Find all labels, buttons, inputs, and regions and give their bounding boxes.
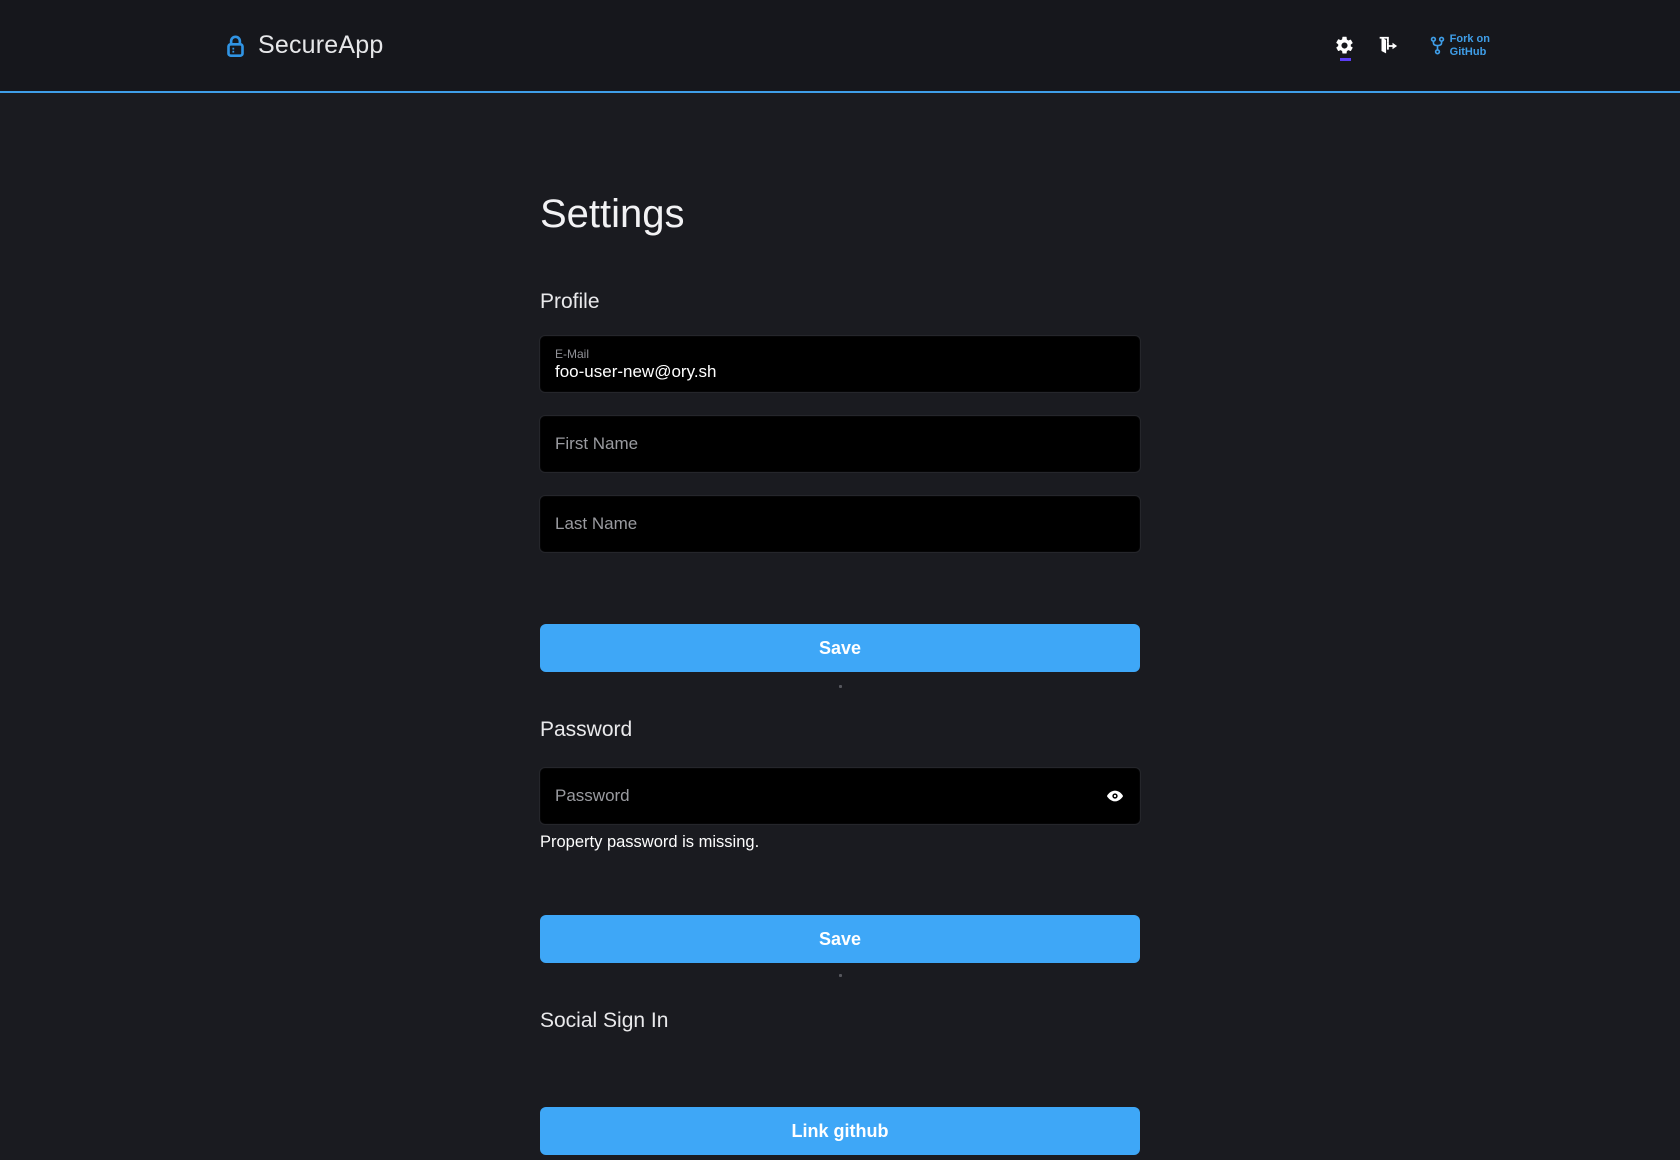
password-error-message: Property password is missing.	[540, 832, 1140, 852]
logout-icon	[1376, 35, 1398, 57]
password-save-button[interactable]: Save	[540, 915, 1140, 963]
password-section-heading: Password	[540, 718, 1140, 742]
active-tab-underline	[1340, 58, 1351, 61]
settings-nav-button[interactable]	[1332, 31, 1358, 61]
navbar: SecureApp	[0, 0, 1680, 93]
logout-button[interactable]	[1374, 31, 1400, 61]
first-name-input[interactable]	[540, 416, 1140, 472]
password-field	[540, 768, 1140, 824]
fork-link-line1: Fork on	[1450, 33, 1490, 45]
email-field-label: E-Mail	[555, 347, 1125, 362]
email-input[interactable]	[555, 362, 1125, 382]
fork-on-github-link[interactable]: Fork on GitHub	[1430, 33, 1490, 59]
password-visibility-toggle[interactable]	[1104, 785, 1126, 807]
git-fork-icon	[1430, 36, 1445, 55]
brand-name: SecureApp	[258, 31, 384, 60]
email-field[interactable]: E-Mail	[540, 336, 1140, 392]
brand[interactable]: SecureApp	[225, 31, 384, 60]
last-name-input[interactable]	[540, 496, 1140, 552]
fork-link-label: Fork on GitHub	[1450, 33, 1490, 59]
eye-icon	[1105, 786, 1125, 806]
gear-icon	[1334, 35, 1355, 56]
fork-link-line2: GitHub	[1450, 46, 1487, 58]
social-section-heading: Social Sign In	[540, 1009, 1140, 1033]
link-github-button[interactable]: Link github	[540, 1107, 1140, 1155]
profile-save-button[interactable]: Save	[540, 624, 1140, 672]
settings-page: Settings Profile E-Mail Save Password Pr…	[540, 190, 1140, 1155]
profile-section-heading: Profile	[540, 290, 1140, 314]
password-input[interactable]	[540, 768, 1140, 824]
lock-icon	[225, 33, 246, 59]
password-form-dot	[839, 974, 842, 977]
profile-form-dot	[839, 685, 842, 688]
page-title: Settings	[540, 190, 1140, 238]
navbar-actions: Fork on GitHub	[1332, 31, 1490, 61]
